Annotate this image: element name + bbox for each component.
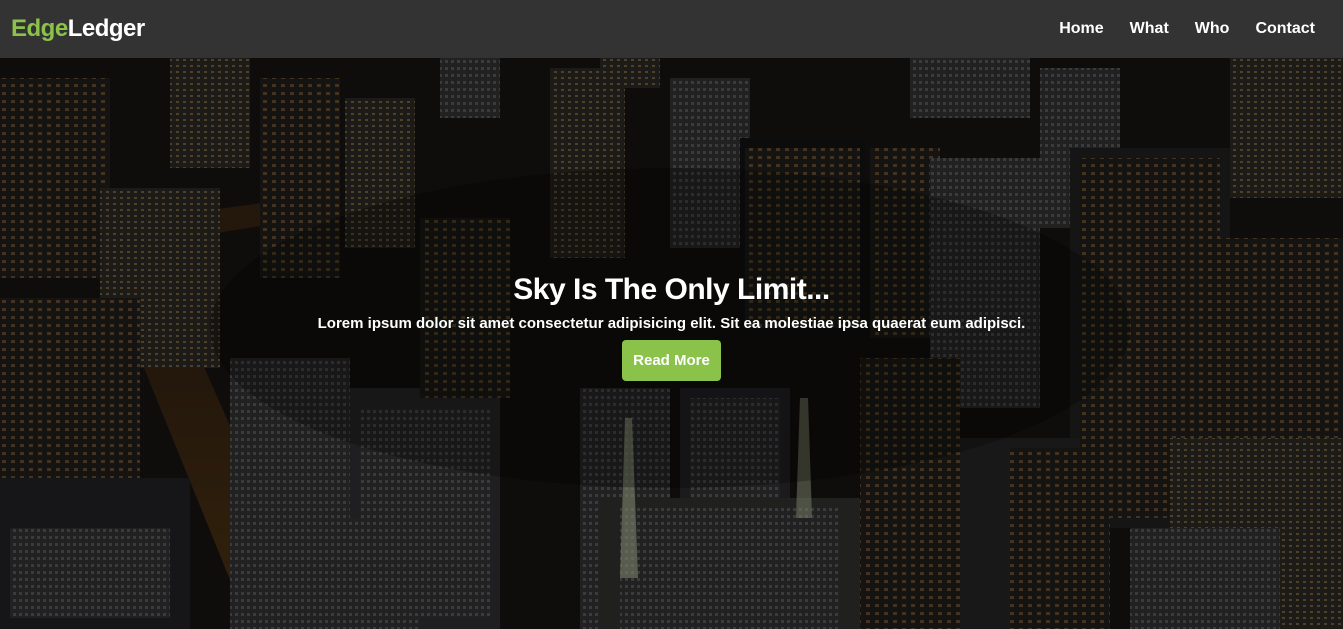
brand-logo-main: Ledger	[67, 15, 146, 42]
hero-content: Sky Is The Only Limit... Lorem ipsum dol…	[0, 273, 1343, 381]
nav-link-home[interactable]: Home	[1059, 20, 1103, 38]
hero-title: Sky Is The Only Limit...	[513, 273, 830, 306]
brand-logo[interactable]: EdgeLedger	[11, 15, 145, 43]
brand-logo-accent: Edge	[11, 15, 68, 42]
hero-section: Sky Is The Only Limit... Lorem ipsum dol…	[0, 58, 1343, 629]
navbar: EdgeLedger Home What Who Contact	[0, 0, 1343, 58]
nav-link-contact[interactable]: Contact	[1255, 20, 1315, 38]
nav-link-who[interactable]: Who	[1195, 20, 1230, 38]
read-more-button[interactable]: Read More	[622, 340, 721, 381]
nav-links: Home What Who Contact	[1059, 20, 1315, 38]
hero-subtitle: Lorem ipsum dolor sit amet consectetur a…	[317, 315, 1026, 332]
nav-link-what[interactable]: What	[1130, 20, 1169, 38]
